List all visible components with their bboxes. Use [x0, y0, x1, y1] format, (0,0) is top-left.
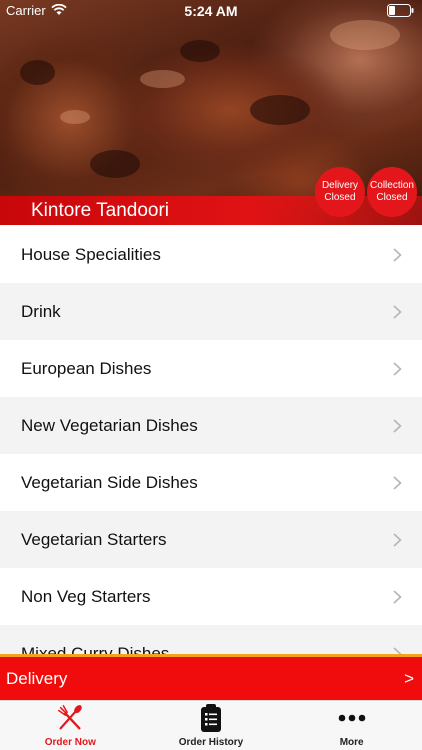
more-dots-icon	[337, 702, 367, 734]
menu-category-label: Vegetarian Side Dishes	[21, 472, 198, 492]
menu-category-label: Drink	[21, 301, 61, 321]
tab-order-history[interactable]: Order History	[141, 701, 282, 750]
menu-category-item[interactable]: New Vegetarian Dishes	[0, 397, 422, 454]
chevron-right-icon	[393, 418, 402, 433]
tab-more[interactable]: More	[281, 701, 422, 750]
clock: 5:24 AM	[184, 3, 238, 19]
tab-label: Order History	[178, 737, 244, 748]
chevron-right-icon	[393, 304, 402, 319]
order-mode-arrow: >	[404, 668, 414, 688]
fork-knife-icon	[55, 702, 85, 734]
tab-bar: Order Now Order History More	[0, 700, 422, 750]
menu-category-label: New Vegetarian Dishes	[21, 415, 198, 435]
menu-category-item[interactable]: Non Veg Starters	[0, 568, 422, 625]
battery-icon	[387, 4, 414, 17]
menu-category-item[interactable]: European Dishes	[0, 340, 422, 397]
menu-category-item[interactable]: Drink	[0, 283, 422, 340]
menu-category-label: House Specialities	[21, 244, 161, 264]
menu-category-item[interactable]: House Specialities	[0, 226, 422, 283]
menu-category-label: Vegetarian Starters	[21, 529, 167, 549]
order-mode-label: Delivery	[6, 668, 68, 688]
menu-category-label: European Dishes	[21, 358, 152, 378]
chevron-right-icon	[393, 475, 402, 490]
tab-label: Order Now	[44, 737, 96, 748]
menu-category-item[interactable]: Mixed Curry Dishes	[0, 625, 422, 656]
restaurant-name: Kintore Tandoori	[31, 200, 170, 221]
order-mode-bar[interactable]: Delivery >	[0, 654, 422, 700]
menu-category-list: House Specialities Drink European Dishes…	[0, 226, 422, 656]
menu-category-item[interactable]: Vegetarian Starters	[0, 511, 422, 568]
chevron-right-icon	[393, 589, 402, 604]
menu-category-label: Non Veg Starters	[21, 586, 151, 606]
tab-order-now[interactable]: Order Now	[0, 701, 141, 750]
collection-status-badge: Collection Closed	[367, 167, 417, 217]
chevron-right-icon	[393, 247, 402, 262]
chevron-right-icon	[393, 532, 402, 547]
delivery-status-badge: Delivery Closed	[315, 167, 365, 217]
tab-label: More	[339, 737, 364, 748]
status-bar: Carrier 5:24 AM	[0, 0, 422, 22]
clipboard-list-icon	[196, 702, 226, 734]
chevron-right-icon	[393, 361, 402, 376]
menu-category-item[interactable]: Vegetarian Side Dishes	[0, 454, 422, 511]
